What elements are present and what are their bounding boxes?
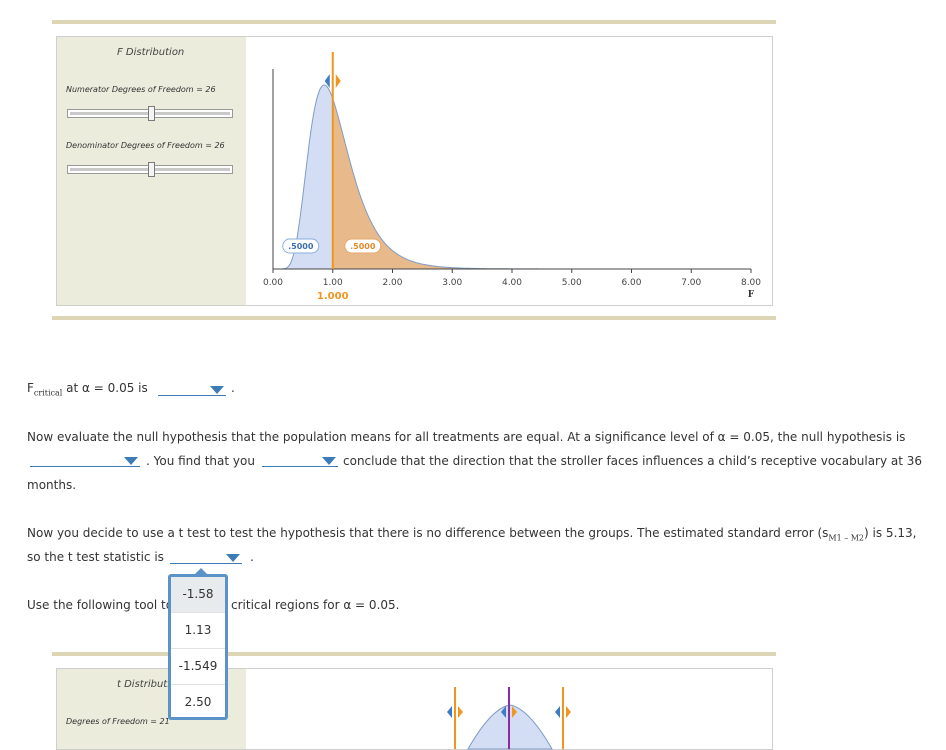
x-tick-label: 7.00 (681, 278, 701, 288)
t-left-handle-left-icon[interactable] (447, 706, 452, 718)
right-area-label: .5000 (350, 242, 376, 251)
x-tick-label: 0.00 (263, 278, 283, 288)
popup-caret (195, 568, 207, 574)
tool-instruction-end: critical regions for α = 0.05. (231, 598, 400, 612)
x-tick-label: 6.00 (621, 278, 641, 288)
fcritical-dropdown[interactable] (158, 383, 226, 396)
denominator-slider-thumb[interactable] (148, 162, 155, 177)
x-tick-label: 3.00 (442, 278, 462, 288)
fcritical-period: . (231, 381, 235, 395)
t-df-label: Degrees of Freedom = 21 (66, 717, 170, 726)
x-ticks: 0.00 1.00 2.00 3.00 4.00 5.00 6.00 7.00 8.00 (263, 269, 761, 288)
null-hypothesis-text: Now evaluate the null hypothesis that th… (27, 430, 906, 444)
t-test-line1: Now you decide to use a t test to test t… (27, 526, 829, 540)
f-panel-title: F Distribution (117, 47, 185, 58)
t-left-handle-right-icon[interactable] (458, 706, 463, 718)
top-rule (52, 20, 776, 24)
chevron-down-icon[interactable] (124, 457, 138, 465)
left-area-label: .5000 (288, 242, 314, 251)
bottom-rule (52, 316, 776, 320)
x-tick-label: 8.00 (741, 278, 761, 288)
months-text: months. (27, 478, 77, 492)
t-top-rule (52, 652, 776, 656)
chevron-down-icon[interactable] (226, 554, 240, 562)
dropdown-option[interactable]: 2.50 (171, 685, 225, 720)
x-tick-label: 2.00 (382, 278, 402, 288)
t-right-handle-left-icon[interactable] (555, 706, 560, 718)
t-statistic-dropdown[interactable] (170, 551, 242, 564)
t-right-handle-right-icon[interactable] (566, 706, 571, 718)
conclusion-text: conclude that the direction that the str… (343, 454, 923, 468)
t-statistic-options-popup: -1.58 1.13 -1.549 2.50 (168, 568, 228, 720)
f-symbol: F (27, 381, 34, 395)
f-controls: F Distribution Numerator Degrees of Free… (57, 37, 246, 305)
denominator-df-label: Denominator Degrees of Freedom = 26 (66, 141, 225, 150)
chevron-down-icon[interactable] (322, 457, 336, 465)
x-axis-label: F (748, 290, 755, 300)
t-statistic-period: . (250, 550, 254, 564)
t-test-line1-end: ) is 5.13, (864, 526, 917, 540)
numerator-slider-thumb[interactable] (148, 106, 155, 121)
t-test-text: Now you decide to use a t test to test t… (27, 526, 916, 542)
dropdown-option[interactable]: -1.58 (171, 577, 225, 613)
numerator-df-slider[interactable] (67, 106, 233, 121)
tool-instruction-text: Use the following tool to (27, 598, 174, 612)
conclusion-dropdown[interactable] (262, 454, 338, 467)
dropdown-option[interactable]: -1.549 (171, 649, 225, 685)
t-distribution-panel: t Distribution Degrees of Freedom = 21 (56, 668, 773, 750)
standard-error-subscript: M1 – M2 (828, 533, 865, 543)
f-distribution-chart: 0.00 1.00 2.00 3.00 4.00 5.00 6.00 7.00 8.00 .50… (263, 52, 761, 302)
numerator-df-label: Numerator Degrees of Freedom = 26 (66, 85, 216, 94)
critical-subscript: critical (33, 388, 63, 398)
chevron-down-icon[interactable] (210, 386, 224, 394)
dropdown-option[interactable]: 1.13 (171, 613, 225, 649)
fcritical-text: at α = 0.05 is (62, 381, 148, 395)
t-statistic-text: so the t test statistic is (27, 550, 164, 564)
x-tick-label: 5.00 (562, 278, 582, 288)
cutoff-value-label: 1.000 (317, 291, 349, 302)
x-tick-label: 4.00 (502, 278, 522, 288)
you-find-text: . You find that you (146, 454, 255, 468)
fcritical-question: Fcritical at α = 0.05 is (27, 381, 148, 397)
null-hypothesis-dropdown[interactable] (30, 454, 140, 467)
x-tick-label: 1.00 (323, 278, 343, 288)
cutoff-handle-right-icon[interactable] (335, 74, 341, 88)
denominator-df-slider[interactable] (67, 162, 233, 177)
t-distribution-chart (447, 687, 571, 750)
f-distribution-panel: F Distribution Numerator Degrees of Free… (56, 36, 773, 306)
right-tail-area (332, 98, 751, 269)
